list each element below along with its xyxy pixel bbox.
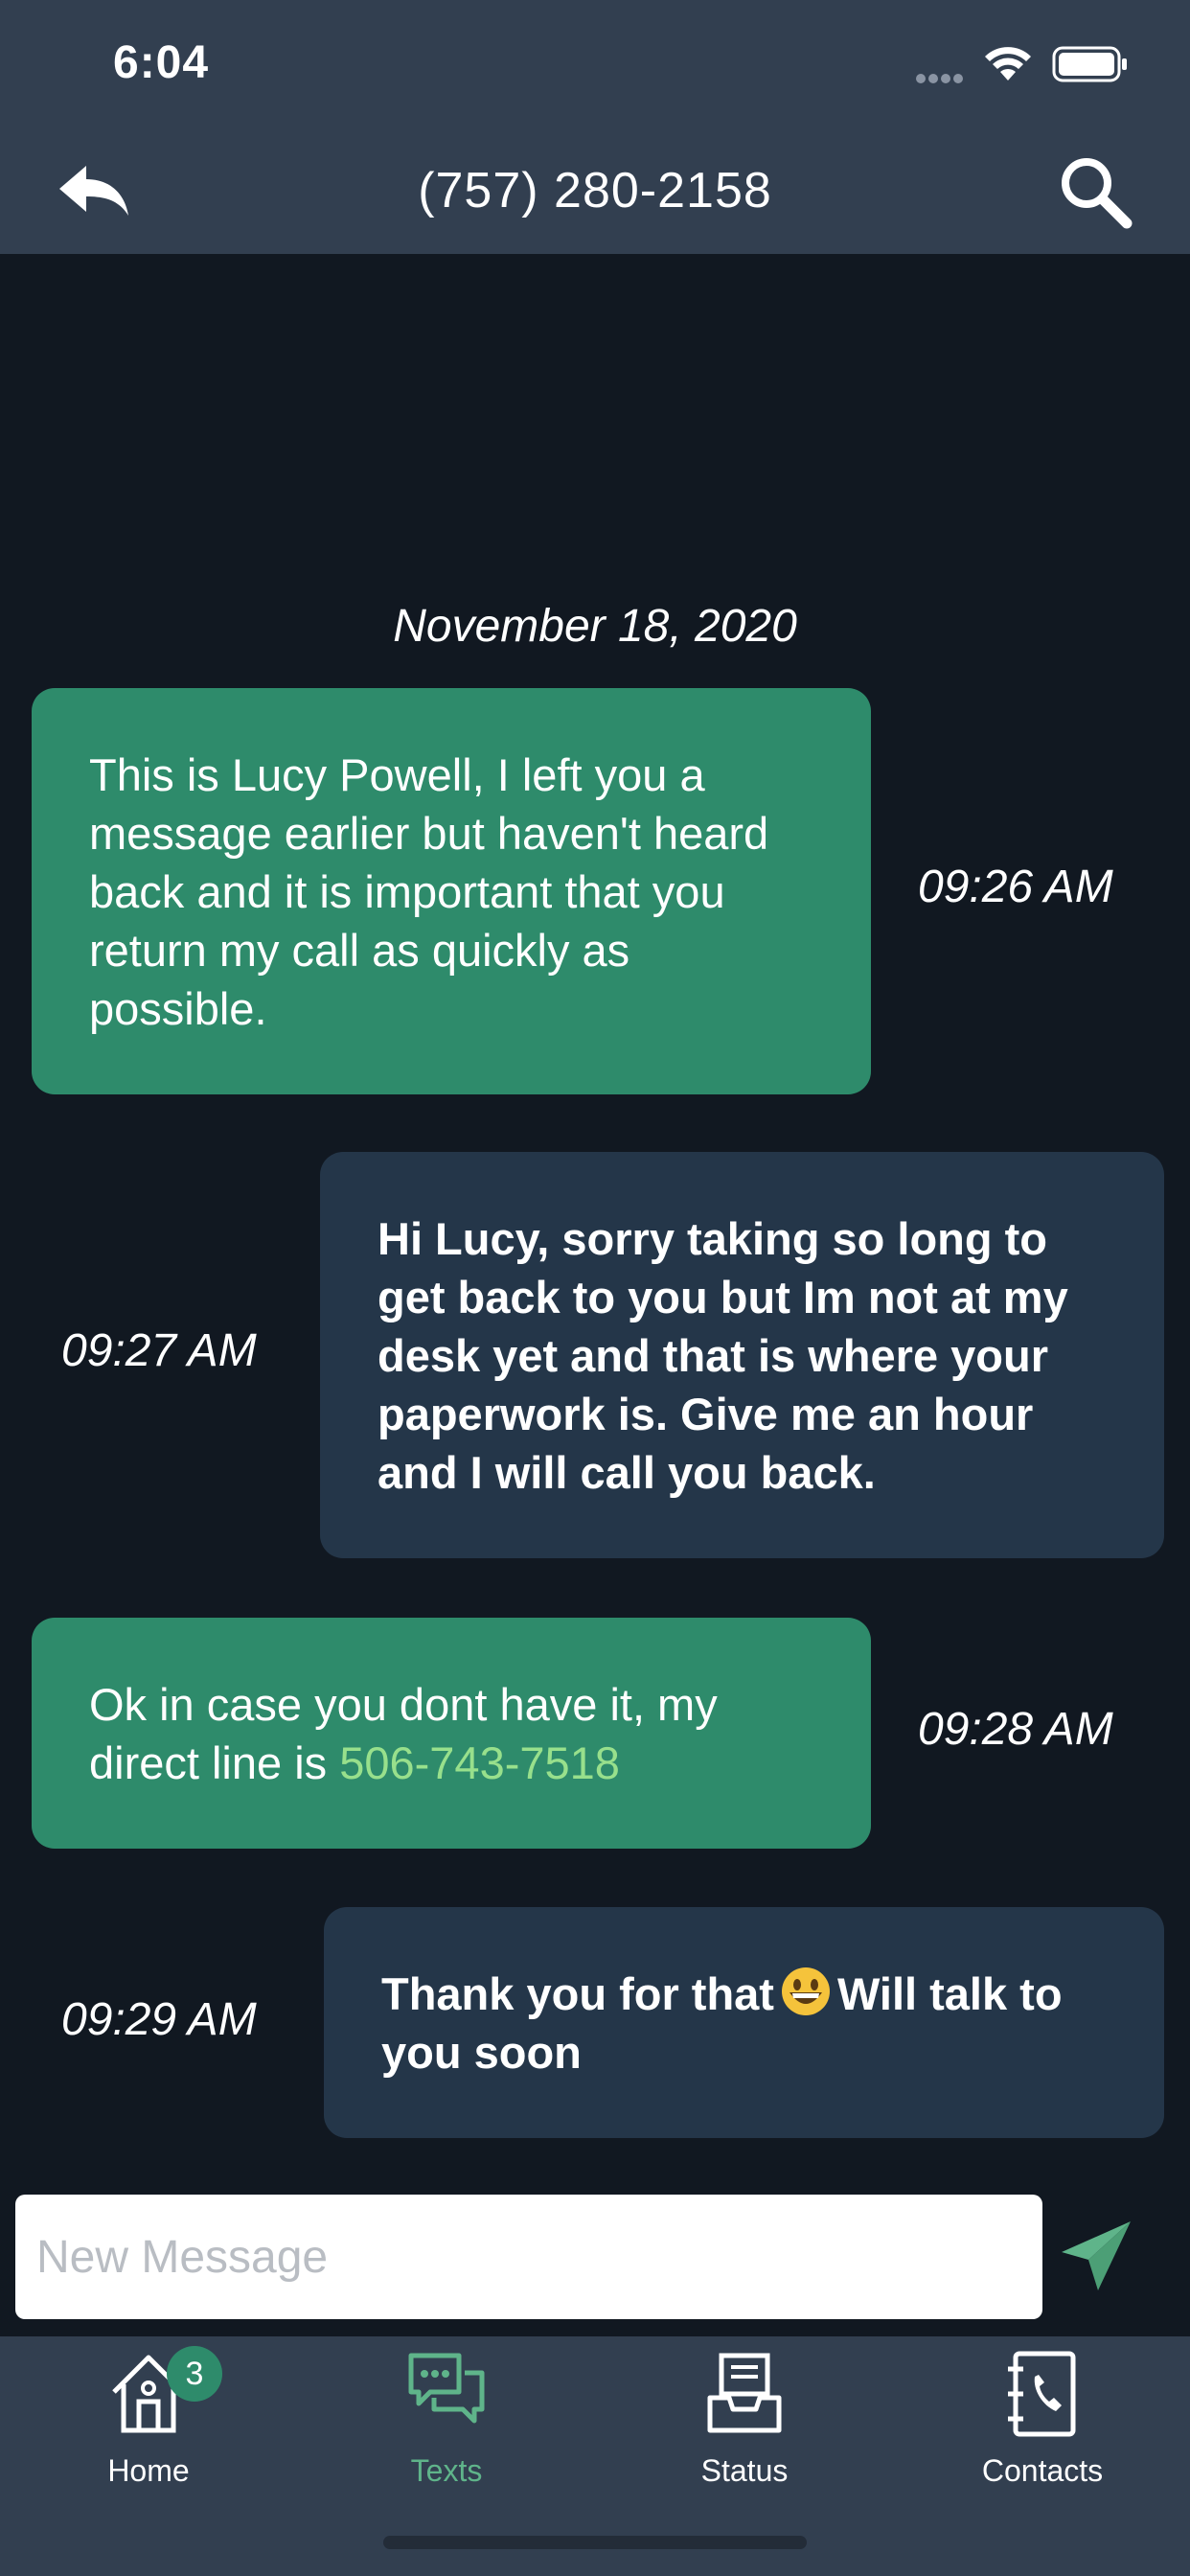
message-bubble-outgoing[interactable]: Hi Lucy, sorry taking so long to get bac…	[320, 1152, 1164, 1558]
message-timestamp: 09:29 AM	[61, 1994, 257, 2045]
message-text: Ok in case you dont have it, my direct l…	[89, 1678, 718, 1788]
status-bar: 6:04	[0, 0, 1190, 129]
tab-label: Status	[700, 2453, 789, 2488]
search-icon[interactable]	[1056, 152, 1136, 233]
send-icon[interactable]	[1060, 2220, 1133, 2292]
address-book-icon	[1008, 2351, 1076, 2437]
message-timestamp: 09:28 AM	[918, 1704, 1113, 1755]
new-message-input[interactable]	[15, 2195, 1042, 2319]
cellular-signal-icon	[916, 71, 966, 88]
grinning-face-emoji	[781, 1966, 830, 2015]
conversation-header: (757) 280-2158	[0, 129, 1190, 254]
message-bubble-incoming[interactable]: Ok in case you dont have it, my direct l…	[32, 1618, 871, 1849]
tab-label: Contacts	[981, 2453, 1104, 2488]
home-indicator[interactable]	[383, 2536, 807, 2549]
message-bubble-outgoing[interactable]: Thank you for that Will talk to you soon	[324, 1907, 1164, 2138]
message-text: Thank you for that Will talk to you soon	[381, 1965, 1107, 2082]
tab-label: Texts	[410, 2453, 483, 2488]
message-text: Hi Lucy, sorry taking so long to get bac…	[378, 1212, 1068, 1498]
phone-number-link[interactable]: 506-743-7518	[339, 1737, 620, 1788]
message-text: This is Lucy Powell, I left you a messag…	[89, 748, 769, 1034]
message-timestamp: 09:26 AM	[918, 862, 1113, 912]
tab-contacts[interactable]: Contacts	[894, 2336, 1190, 2490]
chat-bubbles-icon	[408, 2353, 485, 2424]
wifi-icon	[985, 47, 1031, 80]
tab-texts[interactable]: Texts	[298, 2336, 595, 2490]
tab-home[interactable]: 3 Home	[0, 2336, 297, 2490]
status-time: 6:04	[113, 37, 210, 88]
tab-status[interactable]: Status	[596, 2336, 893, 2490]
message-timestamp: 09:27 AM	[61, 1325, 257, 1376]
conversation-date: November 18, 2020	[393, 601, 797, 652]
inbox-tray-icon	[707, 2353, 782, 2433]
tab-label: Home	[107, 2453, 190, 2488]
unread-badge: 3	[167, 2346, 222, 2402]
message-bubble-incoming[interactable]: This is Lucy Powell, I left you a messag…	[32, 688, 871, 1094]
battery-icon	[1052, 46, 1127, 82]
contact-phone-title: (757) 280-2158	[418, 163, 772, 218]
